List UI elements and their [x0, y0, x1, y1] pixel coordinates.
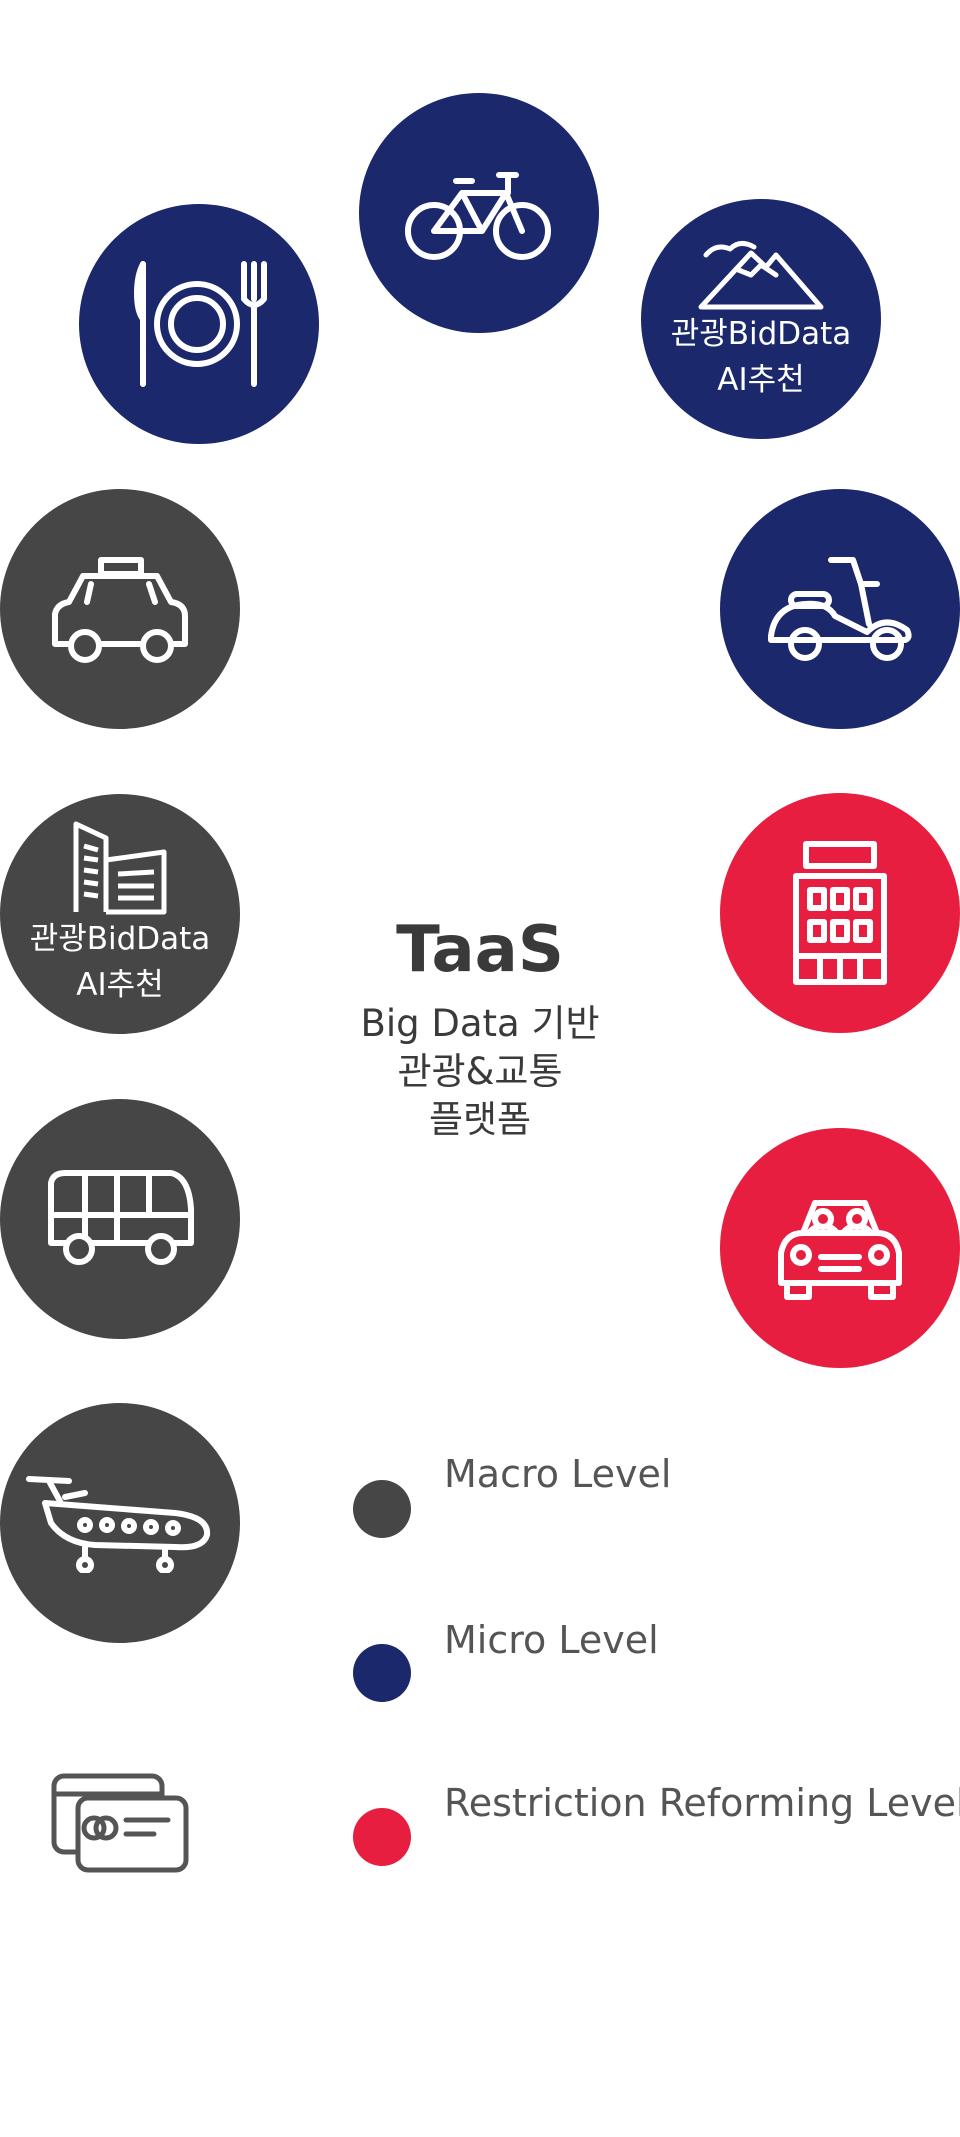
center-subtitle-line: 플랫폼 [428, 1098, 532, 1141]
legend-dot-macro [353, 1480, 411, 1538]
bicycle-icon [405, 172, 551, 260]
scooter-circle [720, 489, 960, 729]
circle-label: 관광BidData AI추천 [670, 316, 852, 398]
bus-circle [0, 1099, 240, 1339]
taxi-circle [0, 489, 240, 729]
mountain-icon [698, 241, 824, 310]
credit-cards-icon [51, 1773, 189, 1873]
bicycle-circle [359, 93, 599, 333]
scooter-icon [768, 557, 912, 661]
tourism-ai-circle-top: 관광BidData AI추천 [641, 199, 881, 439]
legend-label-micro: Micro Level [444, 1618, 659, 1662]
bus-icon [48, 1170, 194, 1265]
legend-dot-micro [353, 1644, 411, 1702]
shared-car-icon [778, 1200, 902, 1300]
shared-car-circle [720, 1128, 960, 1368]
center-title: TaaS [396, 913, 564, 987]
legend-dot-restriction [353, 1808, 411, 1866]
dining-circle [79, 204, 319, 444]
buildings-icon [73, 821, 167, 915]
hotel-circle [720, 793, 960, 1033]
tourism-ai-circle-left: 관광BidData AI추천 [0, 794, 240, 1034]
legend-label-restriction: Restriction Reforming Level [444, 1781, 960, 1825]
center-subtitle-line: 관광&교통 [397, 1050, 563, 1093]
hotel-icon [793, 841, 887, 985]
center-subtitle: Big Data 기반 관광&교통 플랫폼 [310, 1000, 650, 1144]
airplane-icon [26, 1476, 211, 1573]
circle-label: 관광BidData AI추천 [29, 921, 211, 1003]
airplane-circle [0, 1403, 240, 1643]
legend-label-macro: Macro Level [444, 1452, 672, 1496]
center-subtitle-line: Big Data 기반 [360, 1002, 600, 1045]
dining-icon [134, 261, 267, 387]
taxi-icon [52, 557, 188, 663]
